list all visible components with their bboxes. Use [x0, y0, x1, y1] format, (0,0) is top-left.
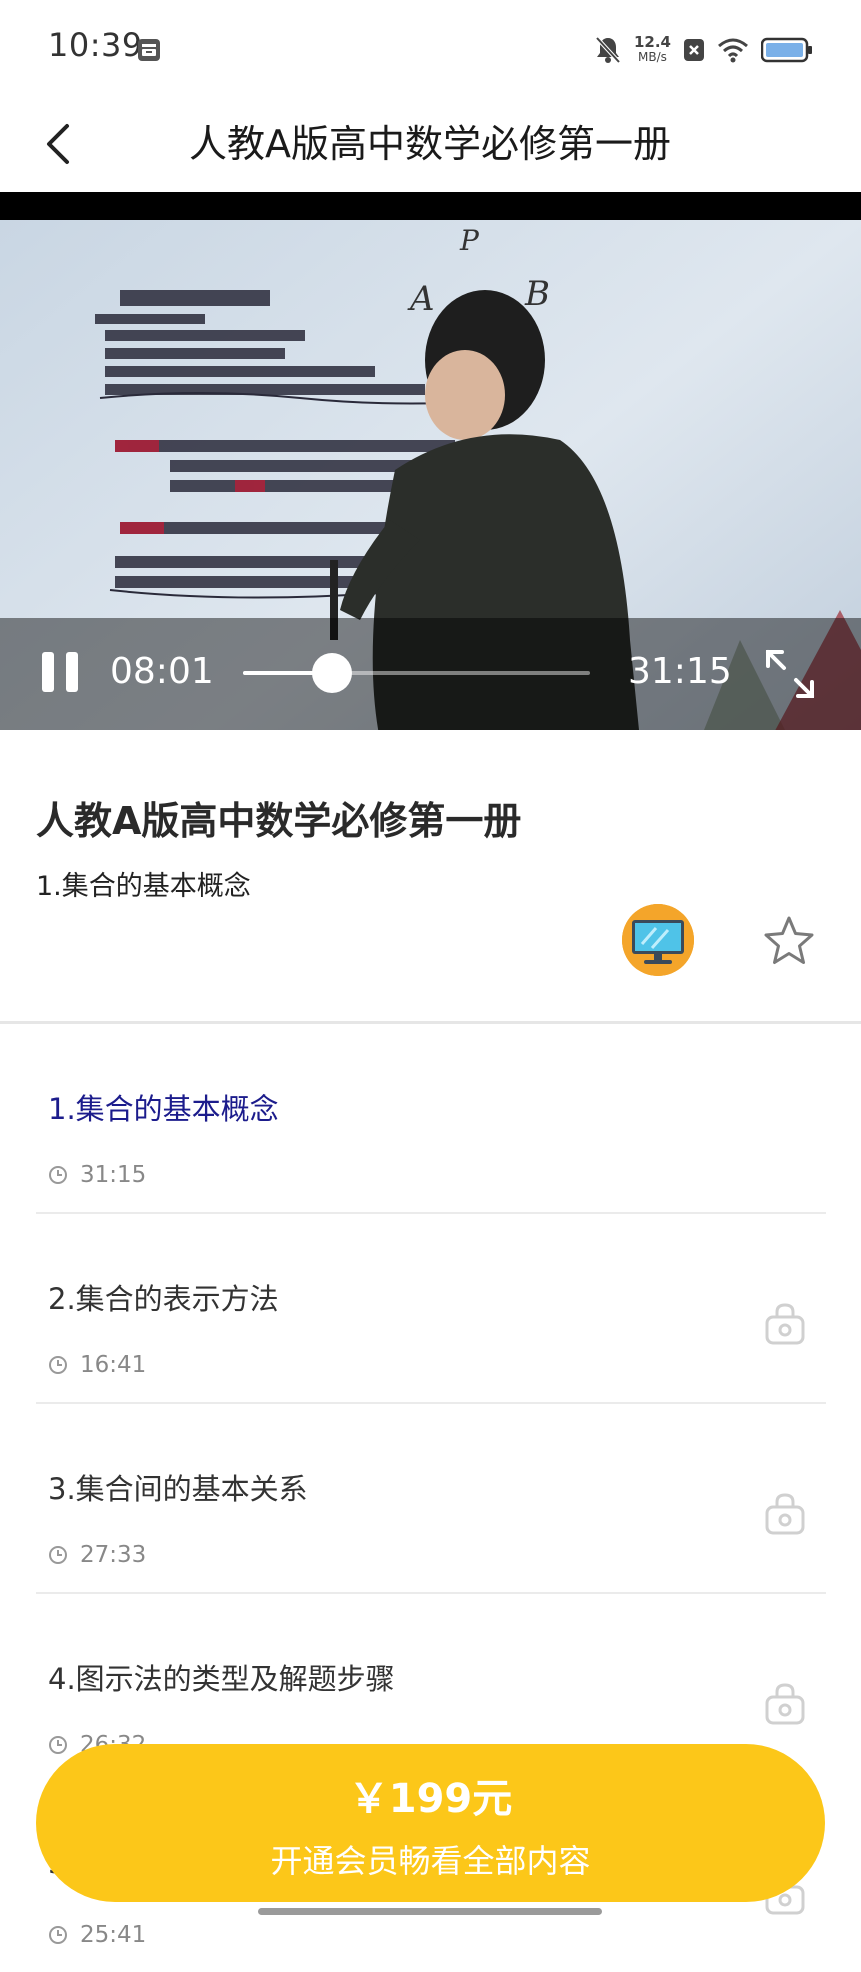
clock-icon	[49, 1546, 67, 1564]
lesson-item[interactable]: 3.集合间的基本关系 27:33	[36, 1402, 826, 1594]
lesson-title: 2.集合的表示方法	[48, 1282, 279, 1316]
chevron-left-icon	[47, 124, 69, 164]
lesson-title: 3.集合间的基本关系	[48, 1472, 308, 1506]
lesson-duration: 31:15	[80, 1162, 147, 1188]
svg-text:P: P	[459, 224, 480, 257]
status-icons: 12.4 MB/s	[594, 30, 813, 70]
lock-icon	[765, 1493, 805, 1535]
lock-icon	[765, 1303, 805, 1345]
clock-icon	[49, 1736, 67, 1754]
lesson-item[interactable]: 1.集合的基本概念 31:15	[36, 1022, 826, 1214]
favorite-button[interactable]	[762, 914, 816, 968]
membership-button[interactable]: ￥199元 开通会员畅看全部内容	[36, 1744, 825, 1902]
membership-price: ￥199元	[348, 1776, 513, 1822]
page-title: 人教A版高中数学必修第一册	[189, 122, 671, 166]
svg-text:B: B	[524, 274, 550, 314]
progress-bar[interactable]	[243, 653, 590, 693]
header: 人教A版高中数学必修第一册	[0, 100, 861, 192]
current-time: 08:01	[110, 651, 214, 692]
video-controls: 08:01 31:15	[0, 618, 861, 730]
svg-text:A: A	[407, 279, 435, 319]
screen-cast-icon	[622, 904, 694, 976]
clock-icon	[49, 1356, 67, 1374]
screen-cast-button[interactable]	[622, 904, 694, 976]
course-title: 人教A版高中数学必修第一册	[36, 799, 522, 843]
status-time: 10:39	[48, 26, 143, 64]
network-speed-value: 12.4	[633, 33, 671, 51]
wifi-icon	[718, 38, 748, 63]
lesson-duration-row: 27:33	[48, 1542, 146, 1568]
video-player[interactable]: A B P 08:01 31:15	[0, 192, 861, 730]
close-box-icon	[684, 39, 704, 61]
pause-button[interactable]	[38, 648, 82, 696]
lesson-item[interactable]: 2.集合的表示方法 16:41	[36, 1212, 826, 1404]
current-lesson-title: 1.集合的基本概念	[36, 871, 251, 902]
lesson-duration: 16:41	[80, 1352, 147, 1378]
lesson-duration-row: 16:41	[48, 1352, 146, 1378]
pause-icon-bar	[66, 652, 78, 692]
network-speed-unit: MB/s	[638, 50, 667, 64]
lesson-duration: 27:33	[80, 1542, 147, 1568]
notifications-muted-icon	[595, 36, 621, 64]
star-outline-icon	[764, 916, 814, 964]
network-speed: 12.4 MB/s	[634, 35, 671, 65]
total-time: 31:15	[628, 651, 732, 692]
progress-handle[interactable]	[311, 653, 352, 693]
lesson-duration-row: 25:41	[48, 1922, 146, 1948]
home-indicator[interactable]	[258, 1908, 602, 1915]
lesson-duration-row: 31:15	[48, 1162, 146, 1188]
clock-icon	[49, 1166, 67, 1184]
membership-description: 开通会员畅看全部内容	[270, 1842, 591, 1880]
lesson-duration: 25:41	[80, 1922, 147, 1948]
lesson-title: 4.图示法的类型及解题步骤	[48, 1662, 395, 1696]
app-notification-icon	[138, 39, 160, 61]
fullscreen-icon	[766, 650, 814, 698]
status-bar: 10:39 12.4 MB/s	[0, 0, 861, 100]
pause-icon	[42, 652, 54, 692]
fullscreen-button[interactable]	[762, 646, 818, 702]
lesson-title: 1.集合的基本概念	[48, 1092, 279, 1126]
battery-icon	[761, 37, 812, 63]
back-button[interactable]	[28, 114, 88, 174]
clock-icon	[49, 1926, 67, 1944]
lock-icon	[765, 1683, 805, 1725]
